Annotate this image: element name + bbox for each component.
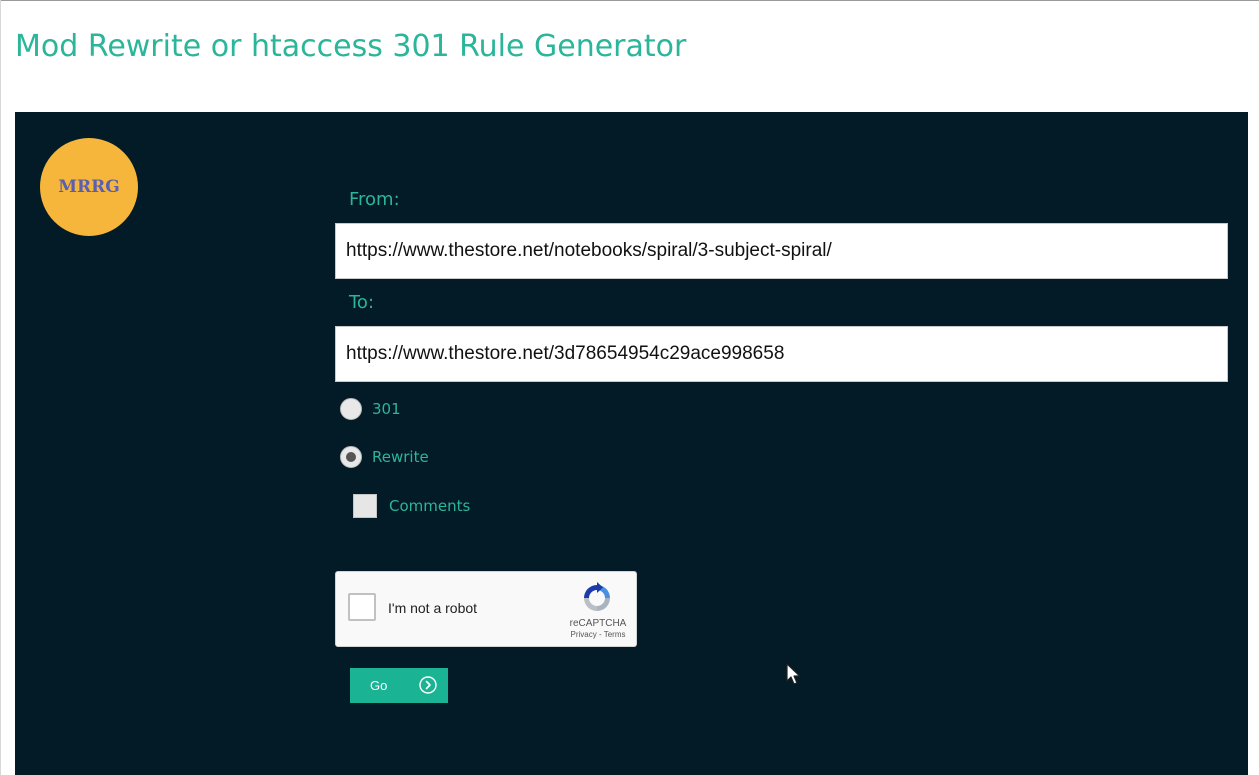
recaptcha-brand: reCAPTCHA (569, 618, 627, 629)
recaptcha-label: I'm not a robot (388, 600, 478, 616)
page-title: Mod Rewrite or htaccess 301 Rule Generat… (15, 29, 687, 64)
recaptcha-widget: I'm not a robot reCAPTCHA Privacy - Term… (335, 571, 637, 647)
recaptcha-checkbox[interactable] (348, 593, 376, 621)
site-logo: MRRG (40, 138, 138, 236)
option-comments[interactable]: Comments (353, 494, 470, 518)
radio-301[interactable] (340, 398, 362, 420)
radio-selected-dot (346, 452, 356, 462)
option-rewrite[interactable]: Rewrite (340, 446, 429, 468)
to-label: To: (349, 292, 375, 313)
recaptcha-logo-icon (584, 582, 610, 611)
top-border (0, 0, 1259, 1)
from-url-input[interactable] (335, 223, 1228, 279)
to-url-input[interactable] (335, 326, 1228, 382)
option-301-label: 301 (372, 400, 401, 418)
option-301[interactable]: 301 (340, 398, 401, 420)
left-border (0, 0, 1, 775)
go-button-label: Go (370, 678, 388, 693)
radio-rewrite[interactable] (340, 446, 362, 468)
mouse-cursor-icon (786, 663, 801, 685)
comments-label: Comments (389, 497, 471, 515)
comments-checkbox[interactable] (353, 494, 377, 518)
logo-text: MRRG (58, 177, 120, 197)
from-label: From: (349, 189, 400, 210)
generator-panel: MRRG From: To: 301 Rewrite Comments I'm … (15, 112, 1248, 775)
chevron-circle-right-icon (419, 676, 437, 694)
option-rewrite-label: Rewrite (372, 448, 429, 466)
go-button[interactable]: Go (350, 668, 448, 703)
recaptcha-privacy-terms-link[interactable]: Privacy - Terms (562, 630, 634, 639)
